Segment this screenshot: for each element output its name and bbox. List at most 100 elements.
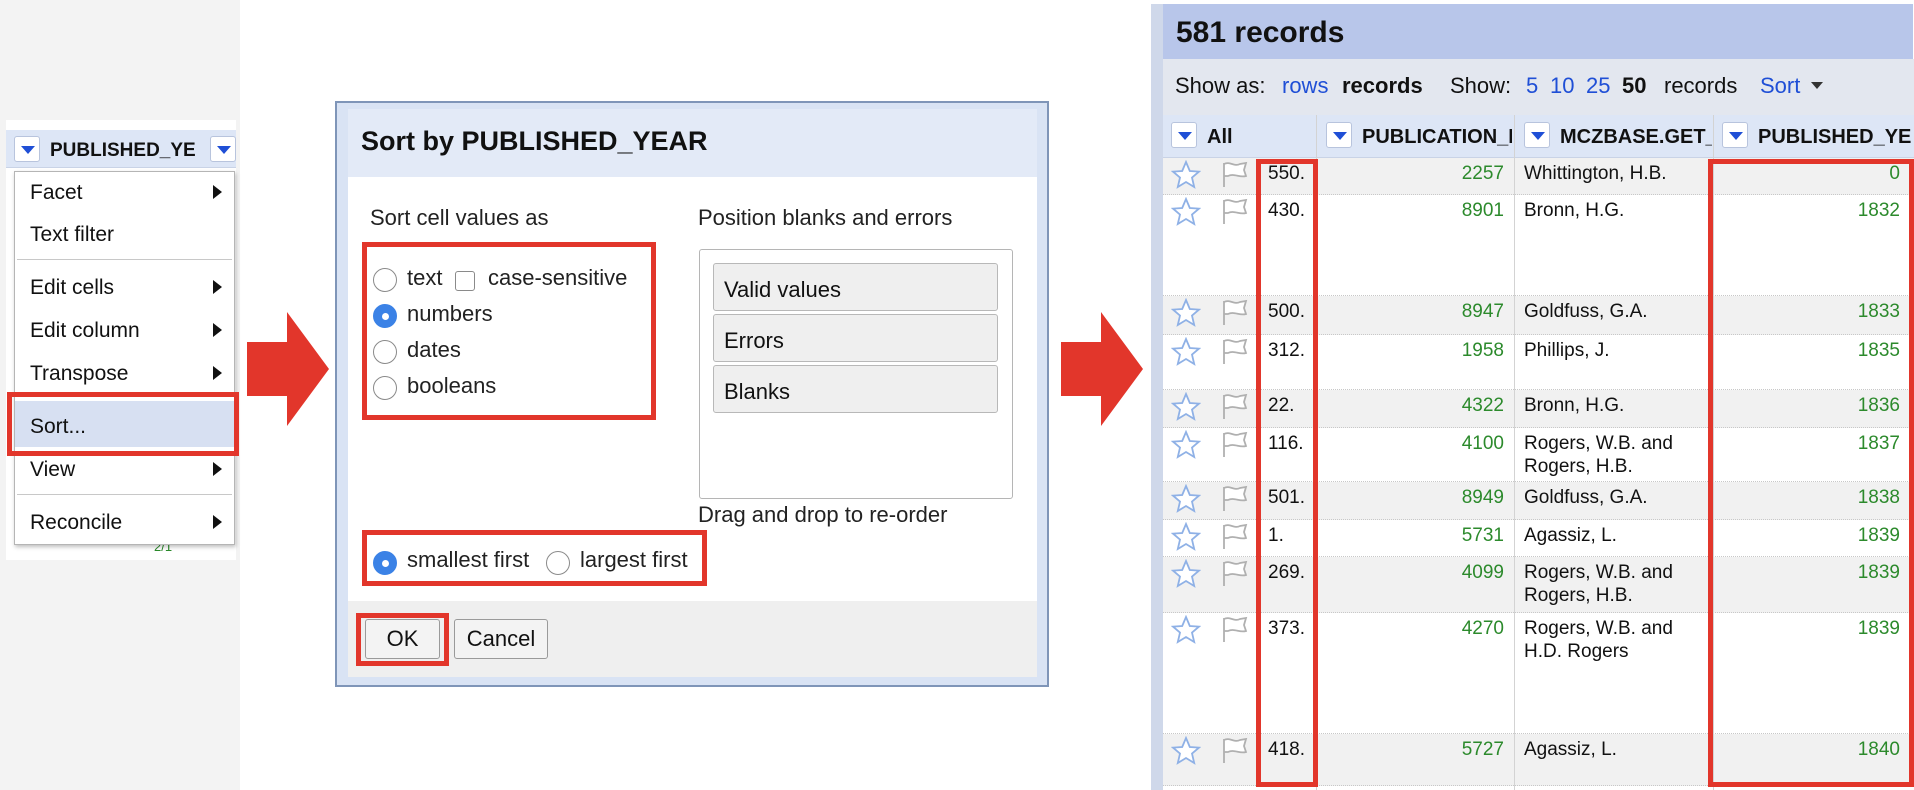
publication-id-cell: 4099 xyxy=(1461,562,1504,583)
page-size-50-selected: 50 xyxy=(1622,73,1647,98)
facet-submenu-icon xyxy=(213,185,222,199)
flag-icon[interactable] xyxy=(1220,338,1250,366)
author-line: Bronn, H.G. xyxy=(1524,395,1625,416)
author-line: Goldfuss, G.A. xyxy=(1524,301,1648,322)
sort-menu-link[interactable]: Sort xyxy=(1760,73,1800,99)
dialog-footer xyxy=(348,601,1037,677)
next-column-dropdown-icon[interactable] xyxy=(210,136,236,162)
column-header-publication-id: PUBLICATION_I xyxy=(1362,126,1512,148)
star-icon[interactable] xyxy=(1171,430,1201,460)
flag-icon[interactable] xyxy=(1220,523,1250,551)
flag-icon[interactable] xyxy=(1220,431,1250,459)
menu-separator xyxy=(17,259,232,260)
reconcile-submenu-icon xyxy=(213,515,222,529)
publication-id-dropdown-icon[interactable] xyxy=(1326,122,1352,148)
edit-cells-submenu-icon xyxy=(213,280,222,294)
position-item-errors[interactable]: Errors xyxy=(713,314,998,362)
show-as-label: Show as: xyxy=(1175,73,1266,98)
author-line: Whittington, H.B. xyxy=(1524,163,1667,184)
menu-item-text-filter[interactable]: Text filter xyxy=(30,223,114,247)
published-year-dropdown-icon[interactable] xyxy=(1722,122,1748,148)
star-icon[interactable] xyxy=(1171,484,1201,514)
flag-icon[interactable] xyxy=(1220,299,1250,327)
column-dropdown-icon[interactable] xyxy=(14,136,40,162)
star-icon[interactable] xyxy=(1171,337,1201,367)
author-cell: Goldfuss, G.A. xyxy=(1524,300,1648,323)
star-icon[interactable] xyxy=(1171,736,1201,766)
sort-caret-icon xyxy=(1811,82,1823,89)
page-size-10-link[interactable]: 10 xyxy=(1550,73,1574,99)
author-line: Goldfuss, G.A. xyxy=(1524,487,1648,508)
author-line: Rogers, W.B. and xyxy=(1524,618,1673,639)
sort-menu-red-highlight xyxy=(7,392,239,456)
star-icon[interactable] xyxy=(1171,392,1201,422)
page-size-5-link[interactable]: 5 xyxy=(1526,73,1538,99)
menu-item-edit-cells[interactable]: Edit cells xyxy=(30,276,114,300)
page-size-25-link[interactable]: 25 xyxy=(1586,73,1610,99)
index-column-red-highlight xyxy=(1256,159,1318,787)
menu-separator xyxy=(17,494,232,495)
publication-id-cell: 4322 xyxy=(1461,395,1504,416)
author-cell: Bronn, H.G. xyxy=(1524,199,1624,222)
author-cell: Goldfuss, G.A. xyxy=(1524,486,1648,509)
star-icon[interactable] xyxy=(1171,160,1201,190)
show-as-records: records xyxy=(1342,73,1423,98)
author-line: Rogers, H.B. xyxy=(1524,585,1633,606)
author-line: Bronn, H.G. xyxy=(1524,200,1625,221)
show-label: Show: xyxy=(1450,73,1512,98)
star-icon[interactable] xyxy=(1171,522,1201,552)
cancel-button[interactable]: Cancel xyxy=(454,619,548,659)
flag-icon[interactable] xyxy=(1220,560,1250,588)
view-submenu-icon xyxy=(213,462,222,476)
star-icon[interactable] xyxy=(1171,615,1201,645)
flag-icon[interactable] xyxy=(1220,485,1250,513)
publication-id-cell: 8949 xyxy=(1461,487,1504,508)
author-line: Rogers, H.B. xyxy=(1524,456,1633,477)
flag-icon[interactable] xyxy=(1220,161,1250,189)
author-dropdown-icon[interactable] xyxy=(1524,122,1550,148)
star-icon[interactable] xyxy=(1171,559,1201,589)
author-cell: Whittington, H.B. xyxy=(1524,162,1667,185)
show-suffix: records xyxy=(1664,73,1738,98)
author-line: Rogers, W.B. and xyxy=(1524,433,1673,454)
author-cell: Bronn, H.G. xyxy=(1524,394,1624,417)
flag-icon[interactable] xyxy=(1220,737,1250,765)
column-header-all: All xyxy=(1207,126,1233,148)
show-as-rows-link[interactable]: rows xyxy=(1282,73,1328,99)
menu-item-facet[interactable]: Facet xyxy=(30,181,83,205)
menu-item-reconcile[interactable]: Reconcile xyxy=(30,511,122,535)
star-icon[interactable] xyxy=(1171,197,1201,227)
publication-id-cell: 2257 xyxy=(1461,163,1504,184)
publication-id-cell: 1958 xyxy=(1461,340,1504,361)
position-label: Position blanks and errors xyxy=(698,205,953,230)
column-header-name: PUBLISHED_YE xyxy=(50,140,196,161)
position-item-blanks[interactable]: Blanks xyxy=(713,365,998,413)
author-cell: Phillips, J. xyxy=(1524,339,1610,362)
ok-button-red-highlight xyxy=(356,613,449,666)
position-item-valid[interactable]: Valid values xyxy=(713,263,998,311)
publication-id-cell: 5727 xyxy=(1461,739,1504,760)
all-column-dropdown-icon[interactable] xyxy=(1171,122,1197,148)
sort-as-label: Sort cell values as xyxy=(370,205,549,230)
flag-icon[interactable] xyxy=(1220,393,1250,421)
author-cell: Agassiz, L. xyxy=(1524,524,1617,547)
star-icon[interactable] xyxy=(1171,298,1201,328)
author-cell: Agassiz, L. xyxy=(1524,738,1617,761)
dialog-title: Sort by PUBLISHED_YEAR xyxy=(361,126,708,156)
author-line: Agassiz, L. xyxy=(1524,739,1617,760)
menu-item-transpose[interactable]: Transpose xyxy=(30,362,128,386)
author-cell: Rogers, W.B. and H.D. Rogers xyxy=(1524,617,1673,663)
menu-item-edit-column[interactable]: Edit column xyxy=(30,319,140,343)
column-header-published-year: PUBLISHED_YE xyxy=(1758,126,1912,148)
menu-item-view[interactable]: View xyxy=(30,458,75,482)
publication-id-cell: 8947 xyxy=(1461,301,1504,322)
flag-icon[interactable] xyxy=(1220,198,1250,226)
year-column-red-highlight xyxy=(1708,159,1914,787)
sort-type-red-highlight xyxy=(362,242,656,420)
flag-icon[interactable] xyxy=(1220,616,1250,644)
author-cell: Rogers, W.B. and Rogers, H.B. xyxy=(1524,432,1673,478)
publication-id-cell: 5731 xyxy=(1461,525,1504,546)
author-line: H.D. Rogers xyxy=(1524,641,1629,662)
author-cell: Rogers, W.B. and Rogers, H.B. xyxy=(1524,561,1673,607)
drag-hint: Drag and drop to re-order xyxy=(698,502,948,527)
